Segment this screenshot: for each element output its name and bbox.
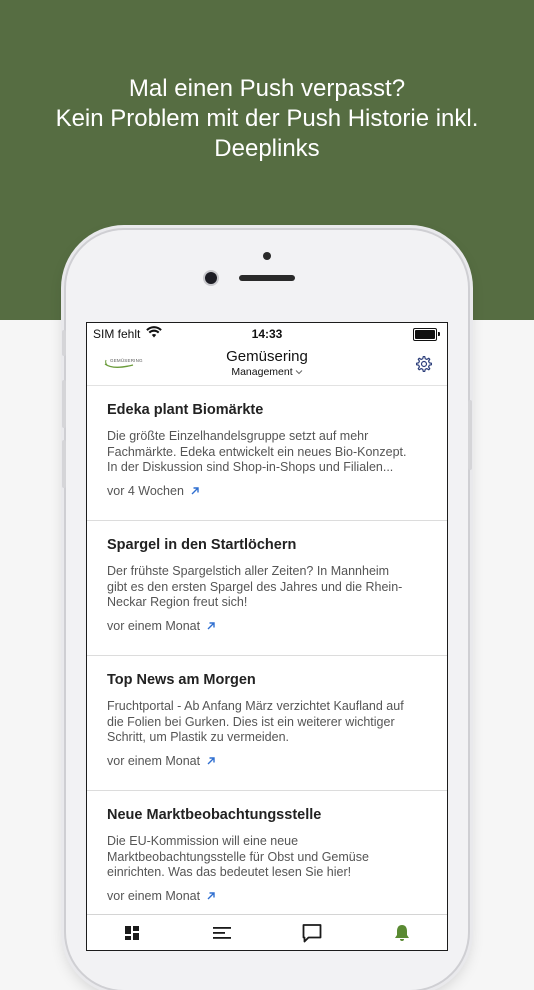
promo-headline: Mal einen Push verpasst? Kein Problem mi…: [0, 74, 534, 164]
notification-time: vor einem Monat: [107, 618, 201, 633]
notification-body: Fruchtportal - Ab Anfang März verzichtet…: [107, 699, 404, 744]
deeplink-arrow-icon[interactable]: [206, 756, 216, 766]
notification-time: vor 4 Wochen: [107, 483, 184, 498]
volume-up-button: [62, 380, 66, 428]
notification-time: vor einem Monat: [107, 888, 201, 903]
deeplink-arrow-icon[interactable]: [206, 891, 216, 901]
volume-down-button: [62, 440, 66, 488]
front-camera: [205, 272, 217, 284]
gear-icon[interactable]: [415, 355, 433, 373]
deeplink-arrow-icon[interactable]: [190, 486, 200, 496]
promo-headline-line: Mal einen Push verpasst?: [128, 75, 406, 102]
dashboard-icon: [125, 926, 139, 940]
notification-body: Die EU-Kommission will eine neue Marktbe…: [107, 834, 369, 879]
promo-headline-line: Deeplinks: [214, 135, 320, 162]
earpiece-speaker: [239, 275, 295, 281]
notification-title: Spargel in den Startlöchern: [107, 537, 297, 553]
tab-dashboard[interactable]: [87, 915, 177, 950]
account-switcher[interactable]: Management: [87, 366, 447, 378]
list-icon: [213, 927, 231, 939]
notification-meta[interactable]: vor einem Monat: [107, 619, 427, 633]
account-switcher-label: Management: [231, 366, 293, 378]
list-item[interactable]: Spargel in den Startlöchern Der frühste …: [87, 521, 447, 656]
clock: 14:33: [251, 327, 283, 341]
mute-switch: [62, 330, 66, 356]
tab-notifications[interactable]: [357, 915, 447, 950]
tab-bar: [87, 914, 447, 950]
notification-time: vor einem Monat: [107, 753, 201, 768]
app-header: GEMÜSERING Gemüsering Management: [87, 345, 447, 386]
notification-meta[interactable]: vor 4 Wochen: [107, 484, 427, 498]
notification-body: Die größte Einzelhandelsgruppe setzt auf…: [107, 429, 407, 474]
bell-icon: [395, 925, 409, 941]
app-title: Gemüsering: [226, 348, 308, 365]
list-item[interactable]: Top News am Morgen Fruchtportal - Ab Anf…: [87, 656, 447, 791]
list-item[interactable]: Edeka plant Biomärkte Die größte Einzelh…: [87, 386, 447, 521]
tab-messages[interactable]: [267, 915, 357, 950]
list-item[interactable]: Neue Marktbeobachtungsstelle Die EU-Komm…: [87, 791, 447, 926]
notification-title: Edeka plant Biomärkte: [107, 402, 264, 418]
phone-screen: SIM fehlt 14:33 GEMÜSERING Gemüsering Ma…: [87, 323, 447, 950]
deeplink-arrow-icon[interactable]: [206, 621, 216, 631]
push-history-list: Edeka plant Biomärkte Die größte Einzelh…: [87, 386, 447, 926]
promo-headline-line: Kein Problem mit der Push Historie inkl.: [55, 105, 479, 132]
notification-title: Neue Marktbeobachtungsstelle: [107, 807, 322, 823]
notification-meta[interactable]: vor einem Monat: [107, 754, 427, 768]
notification-title: Top News am Morgen: [107, 672, 256, 688]
notification-body: Der frühste Spargelstich aller Zeiten? I…: [107, 564, 403, 609]
chat-icon: [302, 924, 322, 943]
proximity-sensor: [263, 252, 271, 260]
notification-meta[interactable]: vor einem Monat: [107, 889, 427, 903]
chevron-down-icon: [295, 370, 302, 375]
tab-feed[interactable]: [177, 915, 267, 950]
battery-icon: [413, 328, 440, 341]
status-bar: SIM fehlt 14:33: [87, 323, 447, 345]
power-button: [468, 400, 472, 470]
